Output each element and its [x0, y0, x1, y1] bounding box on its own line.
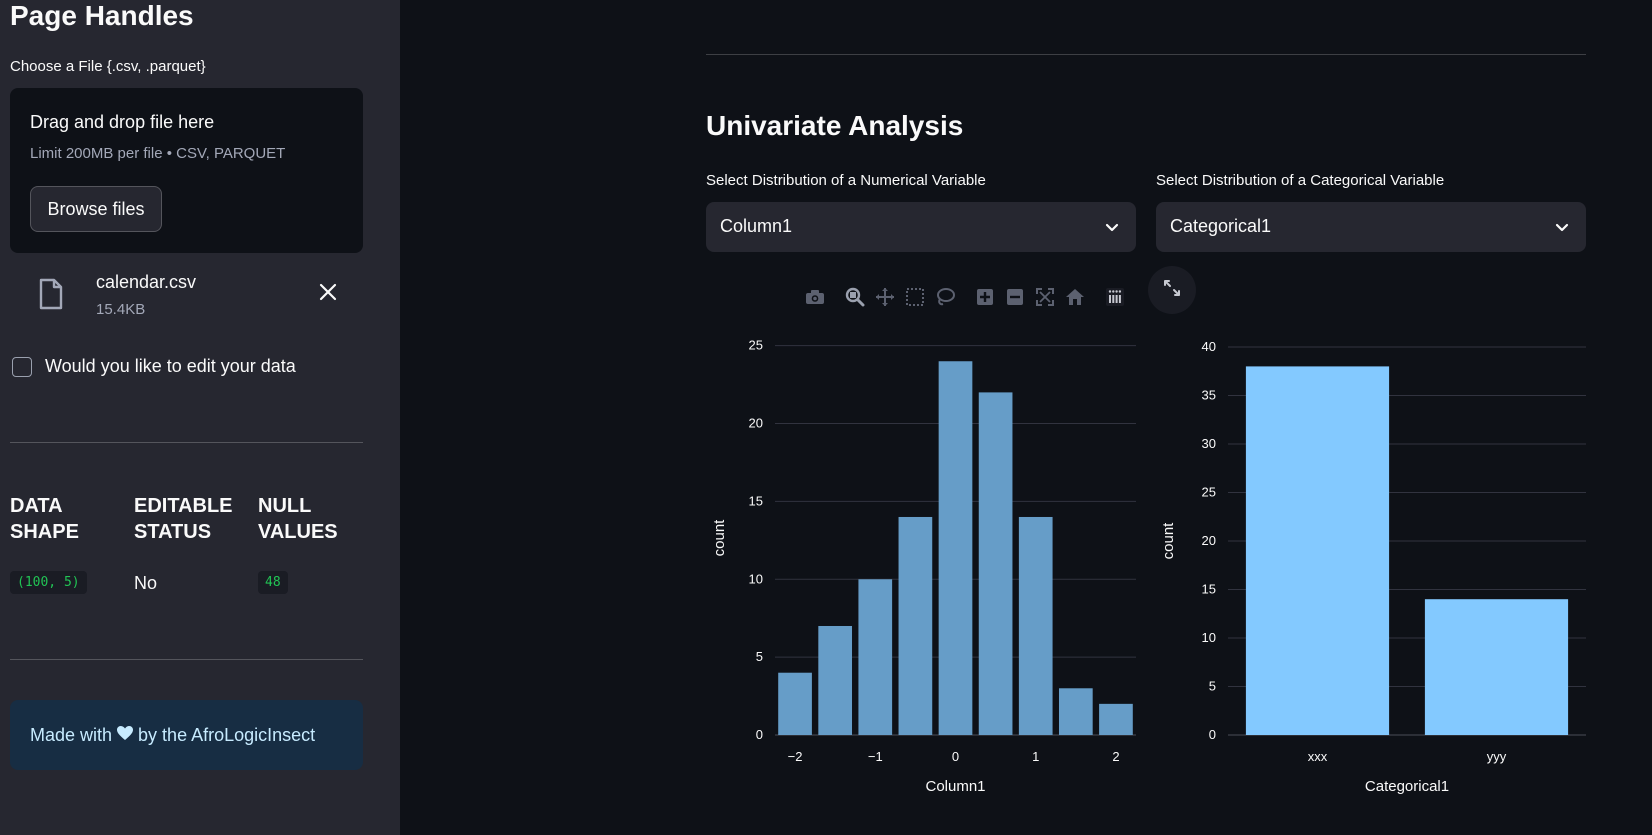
- y-tick-label: 15: [1202, 582, 1216, 597]
- y-tick-label: 40: [1202, 339, 1216, 354]
- sidebar-title: Page Handles: [10, 0, 194, 31]
- footer-suffix: by the AfroLogicInsect: [138, 724, 316, 745]
- histogram-bar: [938, 361, 973, 735]
- heart-icon: [116, 725, 134, 746]
- y-tick-label: 10: [1202, 630, 1216, 645]
- y-axis-title: count: [711, 519, 728, 557]
- histogram-bar: [898, 516, 933, 735]
- metric-data-shape: DATA SHAPE (100, 5): [10, 493, 120, 594]
- metric-label: EDITABLE: [134, 495, 233, 517]
- y-tick-label: 20: [749, 416, 763, 431]
- y-tick-label: 5: [1209, 679, 1216, 694]
- category-bar: [1424, 599, 1569, 735]
- y-tick-label: 15: [749, 493, 763, 508]
- autoscale-icon[interactable]: [1030, 282, 1060, 312]
- fullscreen-button[interactable]: [1148, 266, 1196, 314]
- numerical-select-value: Column1: [720, 216, 793, 236]
- category-bar-chart: 0 5 10 15 20 25 30 35 40 xxx yyy Categorical1 count: [1160, 339, 1586, 795]
- metric-editable-status: EDITABLE STATUS No: [134, 493, 244, 593]
- x-tick-label: −1: [868, 749, 883, 764]
- metric-label: VALUES: [258, 521, 338, 543]
- home-icon[interactable]: [1060, 282, 1090, 312]
- chevron-down-icon: [1104, 219, 1120, 240]
- numerical-select[interactable]: Column1: [706, 202, 1136, 252]
- zoom-out-icon[interactable]: [1000, 282, 1030, 312]
- y-tick-label: 0: [1209, 727, 1216, 742]
- expand-icon: [1162, 278, 1182, 303]
- metric-null-values: NULL VALUES 48: [258, 493, 368, 594]
- metric-value: (100, 5): [10, 571, 87, 594]
- histogram-bar: [1099, 703, 1133, 735]
- sidebar-divider: [10, 442, 363, 443]
- box-select-icon[interactable]: [900, 282, 930, 312]
- file-size: 15.4KB: [96, 301, 146, 318]
- categorical-select-value: Categorical1: [1170, 216, 1272, 236]
- x-tick-label: 1: [1032, 749, 1039, 764]
- chevron-down-icon: [1554, 219, 1570, 240]
- y-tick-label: 25: [749, 338, 763, 353]
- x-axis-title: Column1: [925, 778, 985, 795]
- dropzone-title: Drag and drop file here: [30, 112, 215, 132]
- histogram-bar: [818, 625, 853, 735]
- metric-label: STATUS: [134, 521, 212, 543]
- y-tick-label: 30: [1202, 436, 1216, 451]
- file-uploader-label: Choose a File {.csv, .parquet}: [10, 58, 206, 75]
- zoom-in-icon[interactable]: [970, 282, 1000, 312]
- edit-data-label: Would you like to edit your data: [45, 356, 296, 376]
- camera-icon[interactable]: [800, 282, 830, 312]
- x-tick-label: yyy: [1487, 749, 1507, 764]
- y-tick-label: 20: [1202, 533, 1216, 548]
- histogram-chart: 0 5 10 15 20 25 −2 −1 0 1 2 Column1 count: [711, 338, 1136, 795]
- y-axis-title: count: [1160, 522, 1177, 560]
- histogram-bar: [1058, 688, 1093, 735]
- y-tick-label: 10: [749, 571, 763, 586]
- close-icon[interactable]: [316, 280, 340, 304]
- category-bar: [1245, 366, 1390, 735]
- pan-icon[interactable]: [870, 282, 900, 312]
- file-dropzone[interactable]: Drag and drop file here Limit 200MB per …: [10, 88, 363, 253]
- x-axis-title: Categorical1: [1365, 778, 1449, 795]
- file-name: calendar.csv: [96, 272, 197, 292]
- footer-credit: Made with by the AfroLogicInsect: [10, 700, 363, 770]
- section-title: Univariate Analysis: [706, 110, 964, 141]
- y-tick-label: 35: [1202, 388, 1216, 403]
- categorical-select-label: Select Distribution of a Categorical Var…: [1156, 172, 1445, 189]
- metric-value: 48: [258, 571, 288, 594]
- edit-data-checkbox[interactable]: [12, 357, 32, 377]
- zoom-icon[interactable]: [840, 282, 870, 312]
- sidebar: Page Handles Choose a File {.csv, .parqu…: [0, 0, 400, 835]
- metric-label: DATA: [10, 495, 63, 517]
- metric-label: NULL: [258, 495, 312, 517]
- histogram-bar: [1018, 516, 1053, 735]
- histogram-bar: [778, 672, 812, 735]
- x-tick-label: −2: [788, 749, 803, 764]
- y-tick-label: 25: [1202, 485, 1216, 500]
- dropzone-limit: Limit 200MB per file • CSV, PARQUET: [30, 145, 286, 162]
- histogram-bar: [978, 392, 1013, 735]
- metric-label: SHAPE: [10, 521, 79, 543]
- x-tick-label: 2: [1112, 749, 1119, 764]
- sidebar-divider: [10, 659, 363, 660]
- plotly-logo-icon[interactable]: [1100, 282, 1130, 312]
- metric-value: No: [134, 573, 158, 593]
- lasso-select-icon[interactable]: [930, 282, 960, 312]
- numerical-select-label: Select Distribution of a Numerical Varia…: [706, 172, 986, 189]
- uploaded-file: calendar.csv 15.4KB: [10, 265, 363, 325]
- x-tick-label: 0: [952, 749, 959, 764]
- browse-files-button[interactable]: Browse files: [30, 186, 162, 232]
- histogram-bar: [858, 579, 893, 735]
- x-tick-label: xxx: [1308, 749, 1328, 764]
- y-tick-label: 5: [756, 649, 763, 664]
- footer-prefix: Made with: [30, 724, 113, 745]
- categorical-select[interactable]: Categorical1: [1156, 202, 1586, 252]
- chart-modebar: [800, 282, 1130, 312]
- y-tick-label: 0: [756, 727, 763, 742]
- main-divider: [706, 54, 1586, 55]
- file-icon: [38, 278, 64, 315]
